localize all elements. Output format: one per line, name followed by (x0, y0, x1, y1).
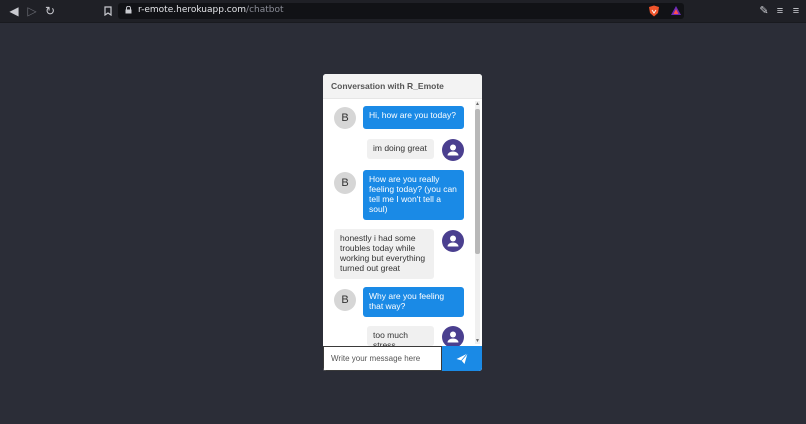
message-input[interactable] (323, 346, 442, 371)
back-icon[interactable]: ◀ (6, 3, 22, 19)
user-avatar-icon (442, 139, 464, 161)
composer (323, 346, 482, 371)
bot-avatar: B (334, 107, 356, 129)
user-message: honestly i had some troubles today while… (334, 229, 434, 279)
user-message: too much stress (367, 326, 434, 346)
scroll-down-icon[interactable]: ▼ (475, 338, 480, 344)
user-avatar-icon (442, 230, 464, 252)
message-list[interactable]: B Hi, how are you today? im doing great … (323, 99, 482, 346)
chat-header: Conversation with R_Emote (323, 74, 482, 99)
scroll-thumb[interactable] (475, 109, 480, 254)
bot-avatar: B (334, 172, 356, 194)
reload-icon[interactable]: ↻ (42, 3, 58, 19)
chat-title: Conversation with R_Emote (331, 81, 444, 91)
bot-message: Hi, how are you today? (363, 106, 464, 129)
bot-message: Why are you feeling that way? (363, 287, 464, 317)
bot-message: How are you really feeling today? (you c… (363, 170, 464, 220)
lock-icon (125, 6, 132, 14)
send-icon (456, 353, 468, 364)
brave-shield-icon[interactable] (648, 5, 660, 17)
address-bar[interactable]: r-emote.herokuapp.com/chatbot (118, 3, 684, 19)
url-text: r-emote.herokuapp.com/chatbot (138, 5, 284, 15)
playlist-icon[interactable]: ≡ (772, 3, 788, 19)
send-button[interactable] (442, 346, 482, 371)
extensions-icon[interactable]: ✎ (756, 3, 772, 19)
message-scrollbar[interactable]: ▲ ▼ (475, 101, 480, 344)
bookmark-icon[interactable] (100, 3, 116, 19)
brave-rewards-icon[interactable] (670, 5, 682, 17)
forward-icon[interactable]: ▷ (24, 3, 40, 19)
bot-avatar: B (334, 289, 356, 311)
menu-icon[interactable]: ≡ (788, 3, 804, 19)
chat-widget: Conversation with R_Emote B Hi, how are … (323, 74, 482, 371)
browser-toolbar: ◀ ▷ ↻ r-emote.herokuapp.com/chatbot ✎ ≡ … (0, 0, 806, 23)
user-avatar-icon (442, 326, 464, 346)
scroll-up-icon[interactable]: ▲ (475, 101, 480, 107)
user-message: im doing great (367, 139, 434, 159)
